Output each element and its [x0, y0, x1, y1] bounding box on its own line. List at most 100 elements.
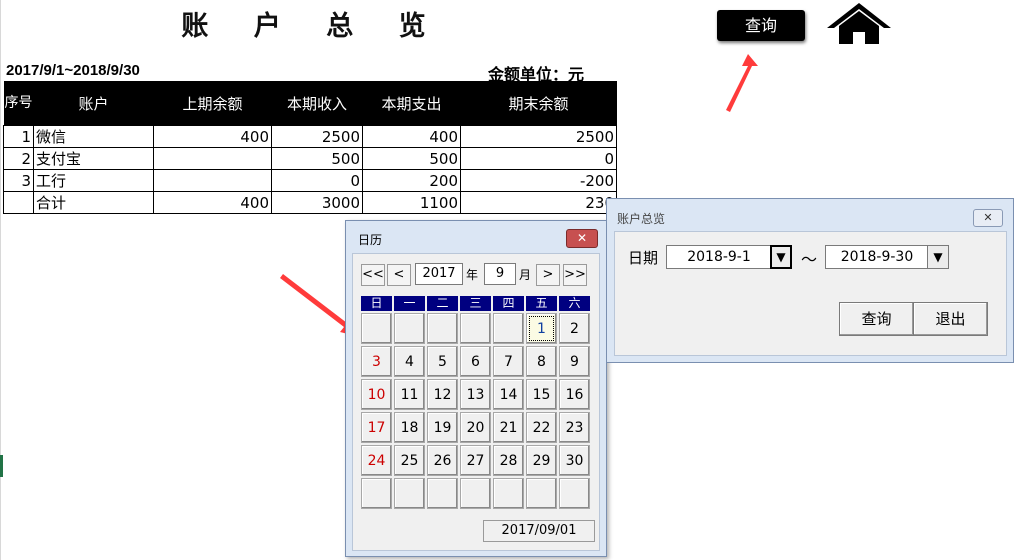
calendar-day-cell[interactable]: 23 — [559, 412, 590, 443]
account-query-dialog: 账户总览 ✕ 日期 2018-9-1 ▼ ～ 2018-9-30 ▼ 查询 退出 — [606, 198, 1014, 363]
home-icon[interactable] — [825, 0, 893, 46]
header-income: 本期收入 — [271, 81, 363, 126]
cell-end[interactable]: 0 — [460, 147, 617, 170]
calendar-day-cell[interactable]: 29 — [526, 445, 557, 476]
calendar-day-cell[interactable]: 3 — [361, 346, 392, 377]
calendar-day-cell[interactable]: 20 — [460, 412, 491, 443]
calendar-day-cell[interactable]: 15 — [526, 379, 557, 410]
calendar-day-cell[interactable] — [361, 478, 392, 509]
calendar-day-cell[interactable]: 25 — [394, 445, 425, 476]
calendar-day-cell[interactable] — [427, 478, 458, 509]
cell-income[interactable]: 0 — [271, 169, 363, 192]
calendar-close-button[interactable]: ✕ — [566, 229, 598, 248]
cell-end[interactable]: 230 — [460, 191, 617, 214]
period-label: 2017/9/1~2018/9/30 — [6, 62, 140, 79]
calendar-day-cell[interactable]: 21 — [493, 412, 524, 443]
calendar-day-cell[interactable]: 5 — [427, 346, 458, 377]
calendar-day-cell[interactable]: 2 — [559, 313, 590, 344]
cell-prev[interactable]: 400 — [153, 125, 272, 148]
cell-expense[interactable]: 400 — [362, 125, 461, 148]
calendar-day-cell[interactable] — [460, 478, 491, 509]
cell-account[interactable]: 工行 — [33, 169, 154, 192]
cell-prev[interactable] — [153, 169, 272, 192]
calendar-day-cell[interactable]: 17 — [361, 412, 392, 443]
calendar-day-cell[interactable]: 27 — [460, 445, 491, 476]
calendar-day-cell[interactable] — [559, 478, 590, 509]
dialog-close-button[interactable]: ✕ — [973, 209, 1003, 227]
calendar-day-cell[interactable]: 11 — [394, 379, 425, 410]
account-summary-table: 序号 账户 上期余额 本期收入 本期支出 期末余额 1 微信 400 2500 … — [3, 81, 617, 214]
cell-account[interactable]: 支付宝 — [33, 147, 154, 170]
cell-income[interactable]: 3000 — [271, 191, 363, 214]
weekday-sun: 日 — [361, 296, 392, 311]
cell-prev[interactable] — [153, 147, 272, 170]
calendar-day-cell[interactable]: 16 — [559, 379, 590, 410]
calendar-day-cell[interactable] — [394, 313, 425, 344]
calendar-day-cell[interactable] — [460, 313, 491, 344]
calendar-day-cell[interactable]: 9 — [559, 346, 590, 377]
calendar-window: 日历 ✕ << < 2017 年 9 月 > >> 日 一 二 三 四 五 六 … — [345, 220, 607, 557]
calendar-day-cell[interactable]: 7 — [493, 346, 524, 377]
next-month-button[interactable]: > — [536, 264, 560, 286]
date-label: 日期 — [628, 249, 659, 267]
start-date-field[interactable]: 2018-9-1 — [666, 245, 772, 269]
calendar-day-cell[interactable]: 30 — [559, 445, 590, 476]
cell-income[interactable]: 500 — [271, 147, 363, 170]
calendar-day-cell[interactable]: 1 — [526, 313, 557, 344]
calendar-day-cell[interactable]: 14 — [493, 379, 524, 410]
weekday-tue: 二 — [427, 296, 458, 311]
cell-expense[interactable]: 1100 — [362, 191, 461, 214]
cell-seq[interactable] — [3, 191, 34, 214]
cell-income[interactable]: 2500 — [271, 125, 363, 148]
start-date-dropdown-icon[interactable]: ▼ — [770, 245, 792, 269]
header-end-balance: 期末余额 — [460, 81, 617, 126]
calendar-day-cell[interactable]: 24 — [361, 445, 392, 476]
selected-date-display: 2017/09/01 — [483, 520, 595, 542]
cell-expense[interactable]: 500 — [362, 147, 461, 170]
end-date-dropdown-icon[interactable]: ▼ — [927, 245, 949, 269]
dialog-exit-button[interactable]: 退出 — [913, 302, 988, 336]
cell-end[interactable]: -200 — [460, 169, 617, 192]
range-separator: ～ — [801, 250, 818, 269]
cell-seq[interactable]: 3 — [3, 169, 34, 192]
calendar-day-cell[interactable] — [361, 313, 392, 344]
calendar-day-cell[interactable]: 8 — [526, 346, 557, 377]
month-label: 月 — [519, 268, 532, 282]
calendar-day-cell[interactable]: 18 — [394, 412, 425, 443]
header-seq: 序号 — [3, 81, 34, 126]
calendar-day-cell[interactable] — [427, 313, 458, 344]
cell-end[interactable]: 2500 — [460, 125, 617, 148]
dialog-query-button[interactable]: 查询 — [839, 302, 914, 336]
weekday-thu: 四 — [493, 296, 524, 311]
sheet-query-button[interactable]: 查询 — [717, 10, 805, 41]
calendar-day-cell[interactable]: 28 — [493, 445, 524, 476]
table-row-total: 合计 400 3000 1100 230 — [3, 191, 617, 214]
calendar-day-cell[interactable]: 22 — [526, 412, 557, 443]
prev-month-button[interactable]: < — [387, 264, 411, 286]
page-title: 账 户 总 览 — [181, 11, 444, 42]
calendar-day-cell[interactable]: 4 — [394, 346, 425, 377]
cell-expense[interactable]: 200 — [362, 169, 461, 192]
prev-year-button[interactable]: << — [361, 264, 385, 286]
cell-account[interactable]: 合计 — [33, 191, 154, 214]
year-input[interactable]: 2017 — [415, 263, 463, 285]
calendar-day-cell[interactable] — [493, 313, 524, 344]
calendar-day-cell[interactable] — [526, 478, 557, 509]
row-selection-marker — [0, 455, 3, 477]
calendar-day-cell[interactable]: 10 — [361, 379, 392, 410]
month-input[interactable]: 9 — [484, 263, 516, 285]
end-date-field[interactable]: 2018-9-30 — [825, 245, 929, 269]
calendar-caption: 日历 — [358, 233, 383, 247]
calendar-day-cell[interactable] — [394, 478, 425, 509]
cell-seq[interactable]: 1 — [3, 125, 34, 148]
calendar-day-cell[interactable]: 19 — [427, 412, 458, 443]
calendar-day-cell[interactable] — [493, 478, 524, 509]
calendar-day-cell[interactable]: 12 — [427, 379, 458, 410]
cell-seq[interactable]: 2 — [3, 147, 34, 170]
next-year-button[interactable]: >> — [563, 264, 587, 286]
cell-account[interactable]: 微信 — [33, 125, 154, 148]
calendar-day-cell[interactable]: 13 — [460, 379, 491, 410]
calendar-day-cell[interactable]: 6 — [460, 346, 491, 377]
cell-prev[interactable]: 400 — [153, 191, 272, 214]
calendar-day-cell[interactable]: 26 — [427, 445, 458, 476]
